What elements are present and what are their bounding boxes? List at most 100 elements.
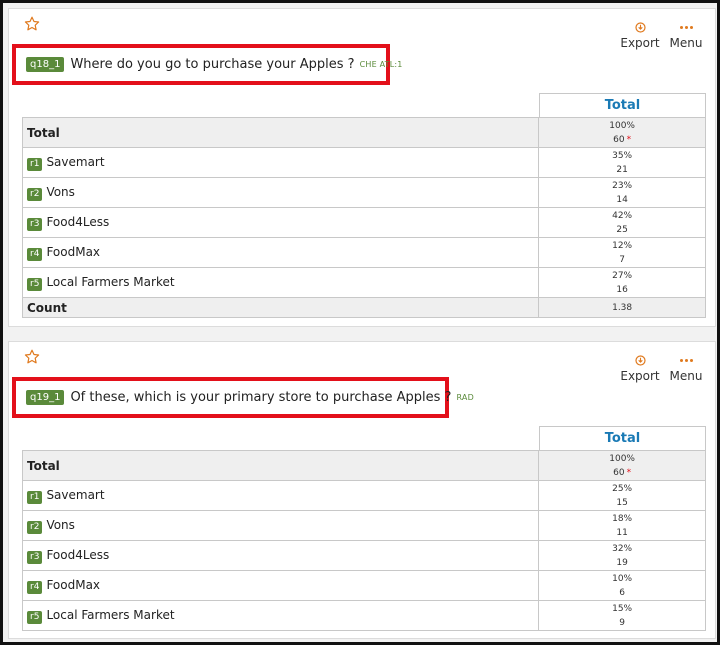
export-label: Export xyxy=(620,36,660,50)
question-id-badge: q18_1 xyxy=(26,57,65,72)
table-row-count: Count 1.38 xyxy=(21,297,706,318)
table-row: r5 Local Farmers Market 27% 16 xyxy=(21,267,706,298)
cell-value: 12% 7 xyxy=(538,237,706,268)
cell-pct: 10% xyxy=(612,573,633,584)
row-label-cell: r3 Food4Less xyxy=(21,540,540,571)
column-header-total[interactable]: Total xyxy=(539,93,706,117)
table-row: r3 Food4Less 32% 19 xyxy=(21,540,706,571)
row-id-badge: r2 xyxy=(27,187,43,201)
row-label: Count xyxy=(21,297,540,318)
cell-value: 25% 15 xyxy=(538,480,706,511)
column-header-total[interactable]: Total xyxy=(539,426,706,450)
row-label-cell: r4 FoodMax xyxy=(21,237,540,268)
cell-n: 21 xyxy=(616,164,628,175)
app-frame: Export Menu q18_1 Where do you go to pur… xyxy=(0,0,720,645)
cell-pct: 35% xyxy=(612,150,633,161)
row-label: FoodMax xyxy=(46,577,101,592)
row-label-cell: r5 Local Farmers Market xyxy=(21,267,540,298)
cell-value: 32% 19 xyxy=(538,540,706,571)
row-label: Food4Less xyxy=(46,214,110,229)
cell-value: 35% 21 xyxy=(538,147,706,178)
cell-pct: 27% xyxy=(612,270,633,281)
cell-n: 6 xyxy=(619,587,625,598)
star-icon[interactable] xyxy=(24,16,40,32)
cell-value: 42% 25 xyxy=(538,207,706,238)
menu-label: Menu xyxy=(669,369,703,383)
cell-n: 14 xyxy=(616,194,628,205)
question-type-tags: CHE ATL:1 xyxy=(359,60,403,69)
export-button[interactable]: Export xyxy=(620,354,660,383)
cell-value: 18% 11 xyxy=(538,510,706,541)
row-label: Local Farmers Market xyxy=(46,274,175,289)
table-row: r2 Vons 23% 14 xyxy=(21,177,706,208)
export-icon xyxy=(620,354,660,366)
question-card-q19: Export Menu q19_1 Of these, which is you… xyxy=(8,341,716,639)
cell-pct: 100% xyxy=(609,120,635,131)
cell-pct: 32% xyxy=(612,543,633,554)
star-icon[interactable] xyxy=(24,349,40,365)
row-id-badge: r1 xyxy=(27,490,43,504)
table-row: r1 Savemart 35% 21 xyxy=(21,147,706,178)
cell-n: 9 xyxy=(619,617,625,628)
cell-pct: 23% xyxy=(612,180,633,191)
row-label-cell: r2 Vons xyxy=(21,510,540,541)
cell-n: 25 xyxy=(616,224,628,235)
significance-marker: * xyxy=(626,134,632,145)
question-card-q18: Export Menu q18_1 Where do you go to pur… xyxy=(8,8,716,327)
cell-n: 60 xyxy=(613,134,625,145)
results-table: Total 100% 60 * r1 Savemart 25% 15 r2 Vons 1… xyxy=(21,450,706,631)
cell-pct: 15% xyxy=(612,603,633,614)
cell-pct: 12% xyxy=(612,240,633,251)
row-label: Savemart xyxy=(46,487,105,502)
cell-pct: 18% xyxy=(612,513,633,524)
table-row: r4 FoodMax 10% 6 xyxy=(21,570,706,601)
row-id-badge: r3 xyxy=(27,550,43,564)
row-label: Total xyxy=(21,450,540,481)
more-dots-icon xyxy=(667,354,705,366)
cell-value: 10% 6 xyxy=(538,570,706,601)
cell-n: 15 xyxy=(616,497,628,508)
results-table: Total 100% 60 * r1 Savemart 35% 21 r2 Vons 2… xyxy=(21,117,706,318)
row-label-cell: r1 Savemart xyxy=(21,480,540,511)
cell-n: 19 xyxy=(616,557,628,568)
row-id-badge: r2 xyxy=(27,520,43,534)
table-row: r5 Local Farmers Market 15% 9 xyxy=(21,600,706,631)
cell-value: 100% 60 * xyxy=(538,450,706,481)
question-title-box: q19_1 Of these, which is your primary st… xyxy=(12,377,474,418)
row-label-cell: r1 Savemart xyxy=(21,147,540,178)
row-id-badge: r5 xyxy=(27,277,43,291)
row-id-badge: r5 xyxy=(27,610,43,624)
cell-count: 60 * xyxy=(539,466,705,480)
cell-value: 100% 60 * xyxy=(538,117,706,148)
significance-marker: * xyxy=(626,467,632,478)
export-button[interactable]: Export xyxy=(620,21,660,50)
count-value: 1.38 xyxy=(538,297,706,318)
row-id-badge: r1 xyxy=(27,157,43,171)
row-label: FoodMax xyxy=(46,244,101,259)
row-label-cell: r3 Food4Less xyxy=(21,207,540,238)
cell-n: 7 xyxy=(619,254,625,265)
row-label: Total xyxy=(21,117,540,148)
question-title-box: q18_1 Where do you go to purchase your A… xyxy=(12,44,402,85)
question-type-tags: RAD xyxy=(456,393,474,402)
export-icon xyxy=(620,21,660,33)
question-text: Where do you go to purchase your Apples … xyxy=(70,57,355,72)
row-label-cell: r4 FoodMax xyxy=(21,570,540,601)
table-row: r3 Food4Less 42% 25 xyxy=(21,207,706,238)
cell-value: 15% 9 xyxy=(538,600,706,631)
menu-label: Menu xyxy=(669,36,703,50)
row-label-cell: r2 Vons xyxy=(21,177,540,208)
question-id-badge: q19_1 xyxy=(26,390,65,405)
cell-n: 60 xyxy=(613,467,625,478)
export-label: Export xyxy=(620,369,660,383)
menu-button[interactable]: Menu xyxy=(667,21,705,50)
menu-button[interactable]: Menu xyxy=(667,354,705,383)
question-text: Of these, which is your primary store to… xyxy=(70,390,452,405)
cell-pct: 100% xyxy=(609,453,635,464)
cell-pct: 25% xyxy=(612,483,633,494)
row-id-badge: r4 xyxy=(27,247,43,261)
row-label: Savemart xyxy=(46,154,105,169)
row-label: Vons xyxy=(46,517,75,532)
cell-value: 27% 16 xyxy=(538,267,706,298)
row-label-cell: r5 Local Farmers Market xyxy=(21,600,540,631)
